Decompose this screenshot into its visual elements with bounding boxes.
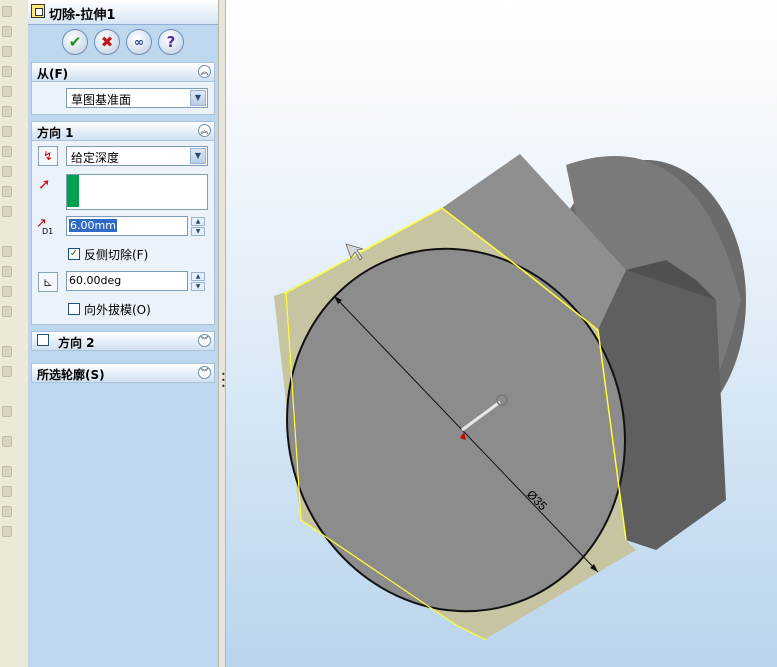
tree-icon[interactable] [2,436,12,447]
from-group-header[interactable]: 从(F) ︽ [32,63,214,82]
draft-outward-label: 向外拔模(O) [84,303,151,317]
direction1-group: 方向 1 ︽ ↯ 给定深度 ▼ ➚ ↗ D1 6.00mm ▲ ▼ ✓ 反侧切除… [31,121,215,325]
spin-up-icon[interactable]: ▲ [191,272,205,281]
from-group: 从(F) ︽ 草图基准面 ▼ [31,62,215,115]
tree-icon[interactable] [2,306,12,317]
chevron-up-icon[interactable]: ︽ [198,124,211,137]
feature-tree-strip [0,0,29,667]
tree-icon[interactable] [2,46,12,57]
tree-icon[interactable] [2,246,12,257]
selection-color-swatch [67,175,79,207]
property-manager: 切除-拉伸1 ✔ ✖ ∞ ? 从(F) ︽ 草图基准面 ▼ 方向 1 ︽ ↯ 给… [28,0,218,667]
tree-icon[interactable] [2,346,12,357]
selected-contours-group: 所选轮廓(S) ︾ [31,363,215,383]
draft-icon: ⊾ [42,275,54,289]
green-check-icon: ✔ [68,33,82,51]
draft-toggle-button[interactable]: ⊾ [38,272,58,292]
from-condition-value: 草图基准面 [71,93,132,107]
direction2-group: 方向 2 ︾ [31,331,215,351]
tree-icon[interactable] [2,526,12,537]
depth-label: D1 [42,227,54,236]
tree-icon[interactable] [2,506,12,517]
tree-icon[interactable] [2,86,12,97]
depth-value: 6.00mm [69,219,117,232]
spin-down-icon[interactable]: ▼ [191,282,205,291]
panel-splitter[interactable]: • • • [218,0,226,667]
tree-icon[interactable] [2,66,12,77]
tree-icon[interactable] [2,26,12,37]
property-manager-header: 切除-拉伸1 [28,0,218,25]
tree-icon[interactable] [2,406,12,417]
chevron-down-icon[interactable]: ︾ [198,366,211,379]
tree-icon[interactable] [2,206,12,217]
checkmark-icon: ✓ [69,248,79,259]
chevron-up-icon[interactable]: ︽ [198,65,211,78]
tree-icon[interactable] [2,186,12,197]
tree-icon[interactable] [2,6,12,17]
tree-icon[interactable] [2,106,12,117]
ok-button[interactable]: ✔ [62,29,88,55]
preview-button[interactable]: ∞ [126,29,152,55]
splitter-grip-icon[interactable]: • • • [221,371,226,391]
reverse-direction-button[interactable]: ↯ [38,146,58,166]
model-canvas[interactable]: Ø35 [226,0,777,667]
end-condition-select[interactable]: 给定深度 ▼ [66,146,208,166]
direction2-checkbox[interactable] [37,334,49,346]
flip-side-checkbox[interactable]: ✓ [68,248,80,260]
direction1-group-title: 方向 1 [37,126,74,140]
chevron-down-icon[interactable]: ▼ [190,148,206,164]
draft-angle-value: 60.00deg [69,274,122,287]
feature-title: 切除-拉伸1 [49,8,116,23]
direction2-group-header[interactable]: 方向 2 ︾ [32,332,214,351]
tree-icon[interactable] [2,466,12,477]
chevron-down-icon[interactable]: ︾ [198,334,211,347]
direction-reference-list[interactable] [66,174,208,210]
red-x-icon: ✖ [100,33,114,51]
graphics-viewport[interactable]: Ø35 [226,0,777,667]
tree-icon[interactable] [2,166,12,177]
selected-contours-header[interactable]: 所选轮廓(S) ︾ [32,364,214,383]
help-icon: ? [166,33,176,51]
from-condition-select[interactable]: 草图基准面 ▼ [66,88,208,108]
tree-icon[interactable] [2,266,12,277]
spin-down-icon[interactable]: ▼ [191,227,205,236]
direction-arrow-icon: ➚ [38,175,51,193]
from-group-title: 从(F) [37,67,69,81]
draft-outward-checkbox[interactable] [68,303,80,315]
help-button[interactable]: ? [158,29,184,55]
cancel-button[interactable]: ✖ [94,29,120,55]
reverse-direction-icon: ↯ [42,149,54,163]
glasses-icon: ∞ [134,35,144,49]
selected-contours-title: 所选轮廓(S) [37,368,105,382]
draft-angle-input[interactable]: 60.00deg ▲ ▼ [66,271,205,291]
direction1-group-header[interactable]: 方向 1 ︽ [32,122,214,141]
tree-icon[interactable] [2,146,12,157]
spin-up-icon[interactable]: ▲ [191,217,205,226]
tree-icon[interactable] [2,286,12,297]
direction2-group-title: 方向 2 [58,336,95,350]
cut-extrude-icon [31,4,45,18]
depth-input[interactable]: 6.00mm ▲ ▼ [66,216,205,236]
flip-side-label: 反侧切除(F) [84,248,149,262]
end-condition-value: 给定深度 [71,151,120,165]
tree-icon[interactable] [2,366,12,377]
chevron-down-icon[interactable]: ▼ [190,90,206,106]
tree-icon[interactable] [2,486,12,497]
tree-icon[interactable] [2,126,12,137]
